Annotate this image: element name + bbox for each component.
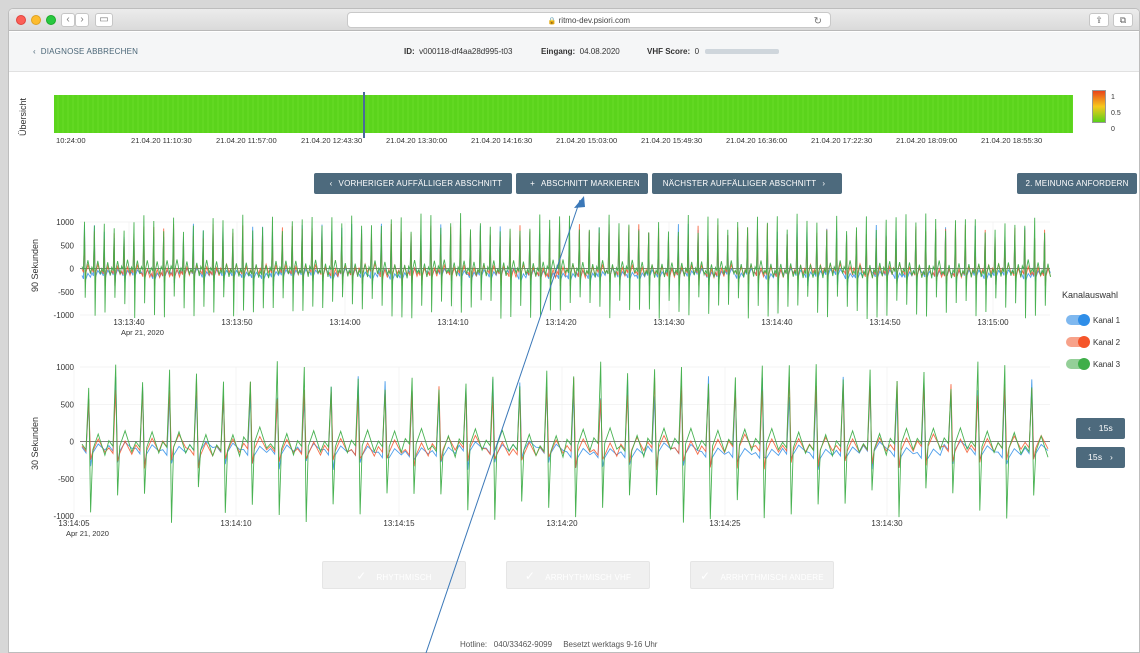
x-tick-label: 13:14:20 bbox=[545, 318, 577, 327]
y-tick-label: -500 bbox=[58, 288, 75, 297]
x-tick-label: 13:14:25 bbox=[709, 519, 741, 528]
y-tick-label: 1000 bbox=[56, 218, 74, 227]
arrhythmisch-vhf-label: ARRHYTHMISCH VHF bbox=[545, 573, 632, 582]
chevron-left-icon: ‹ bbox=[1087, 423, 1092, 433]
x-tick-label: 13:14:40 bbox=[761, 318, 793, 327]
arrhythmisch-andere-label: ARRHYTHMISCH ANDERE bbox=[720, 573, 824, 582]
x-tick-label: 13:13:40 bbox=[113, 318, 145, 327]
channel-label: Kanal 1 bbox=[1093, 316, 1121, 325]
chevron-right-icon: › bbox=[1109, 452, 1114, 462]
x-tick-label: 13:14:00 bbox=[329, 318, 361, 327]
y-tick-label: 0 bbox=[70, 265, 75, 274]
back-15s-button[interactable]: ‹ 15s bbox=[1076, 418, 1125, 439]
x-tick-label: 13:13:50 bbox=[221, 318, 253, 327]
y-tick-label: 500 bbox=[61, 400, 75, 409]
arrhythmisch-andere-button[interactable]: ✓ ARRHYTHMISCH ANDERE bbox=[690, 561, 834, 589]
back-15s-label: 15s bbox=[1098, 423, 1114, 433]
x-tick-label: 13:15:00 bbox=[977, 318, 1009, 327]
channel-selection-title: Kanalauswahl bbox=[1062, 290, 1119, 300]
ecg-trace-3 bbox=[81, 361, 1049, 523]
ecg-trace-3 bbox=[81, 213, 1051, 320]
channel-toggle[interactable] bbox=[1066, 314, 1090, 326]
hotline-value: 040/33462-9099 bbox=[493, 640, 553, 649]
footer: Hotline: 040/33462-9099 Besetzt werktags… bbox=[460, 640, 657, 649]
forward-15s-label: 15s bbox=[1087, 452, 1103, 462]
ecg-chart-30s: 10005000-500-100013:14:05 13:14:10 13:14:1… bbox=[54, 361, 1050, 538]
channel-toggle[interactable] bbox=[1066, 336, 1090, 348]
check-icon: ✓ bbox=[700, 569, 711, 583]
x-tick-label: 13:14:20 bbox=[546, 519, 578, 528]
check-icon: ✓ bbox=[524, 569, 536, 583]
y-tick-label: 1000 bbox=[56, 363, 74, 372]
toggle-knob bbox=[1078, 358, 1090, 370]
ecg-chart-90s: 1000 500 0 -500 -1000 13:13:40 13:13:50 13:14:0… bbox=[54, 213, 1051, 337]
channel-toggle[interactable] bbox=[1066, 358, 1090, 370]
channel-label: Kanal 2 bbox=[1093, 338, 1121, 347]
date-label: Apr 21, 2020 bbox=[121, 328, 164, 337]
y-tick-label: -1000 bbox=[54, 311, 75, 320]
x-tick-label: 13:14:10 bbox=[437, 318, 469, 327]
rhythmisch-button[interactable]: ✓ RHYTHMISCH bbox=[322, 561, 466, 589]
toggle-knob bbox=[1078, 336, 1090, 348]
rhythmisch-label: RHYTHMISCH bbox=[376, 573, 432, 582]
x-tick-label: 13:14:30 bbox=[871, 519, 903, 528]
x-tick-label: 13:14:15 bbox=[383, 519, 415, 528]
x-tick-label: 13:14:10 bbox=[220, 519, 252, 528]
y-tick-label: -500 bbox=[58, 475, 75, 484]
hotline-label: Hotline: bbox=[460, 640, 488, 649]
y-tick-label: 500 bbox=[61, 241, 75, 250]
channel-label: Kanal 3 bbox=[1093, 360, 1121, 369]
toggle-knob bbox=[1078, 314, 1090, 326]
x-tick-label: 13:14:05 bbox=[58, 519, 90, 528]
date-label: Apr 21, 2020 bbox=[66, 529, 109, 538]
ecg-charts[interactable]: 1000 500 0 -500 -1000 13:13:40 13:13:50 13:14:0… bbox=[0, 0, 1140, 560]
x-tick-label: 13:14:50 bbox=[869, 318, 901, 327]
check-icon: ✓ bbox=[356, 569, 367, 583]
forward-15s-button[interactable]: 15s › bbox=[1076, 447, 1125, 468]
arrhythmisch-vhf-button[interactable]: ✓ ARRHYTHMISCH VHF bbox=[506, 561, 650, 589]
x-tick-label: 13:14:30 bbox=[653, 318, 685, 327]
hotline-hours: Besetzt werktags 9-16 Uhr bbox=[563, 640, 658, 649]
